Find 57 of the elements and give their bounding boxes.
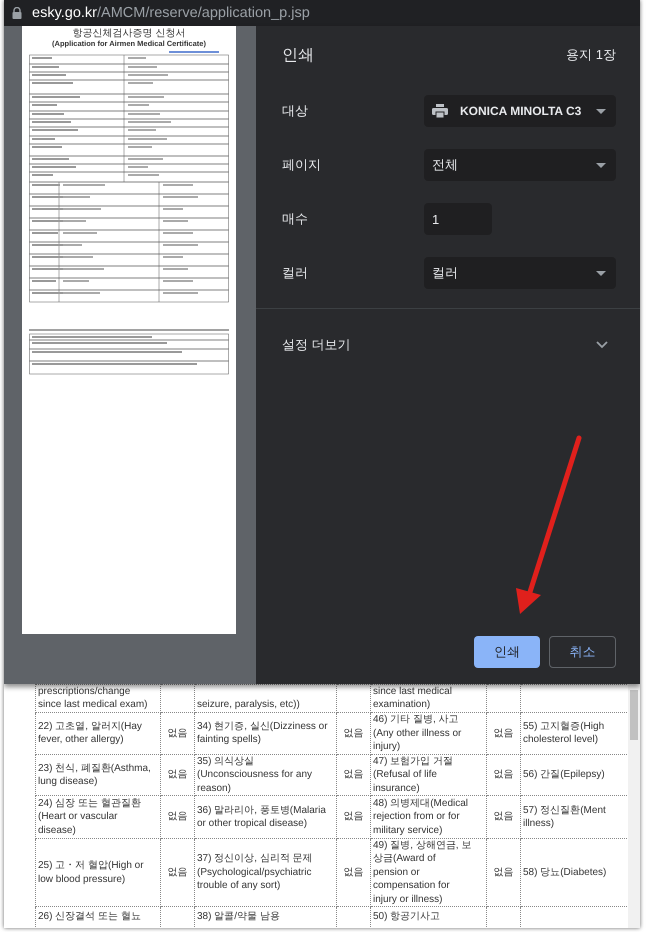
answer-cell: 없음 <box>168 811 188 822</box>
setting-label: 대상 <box>282 102 309 120</box>
question-cell: prescriptions/change since last medical exam) <box>38 685 148 712</box>
printer-icon <box>432 104 448 118</box>
answer-cell: 없음 <box>168 769 188 780</box>
question-cell: 47) 보험가입 거절 (Refusal of life insurance) <box>373 754 454 796</box>
cancel-button[interactable]: 취소 <box>549 636 616 668</box>
question-cell: seizure, paralysis, etc)) <box>197 698 300 712</box>
setting-label: 페이지 <box>282 156 322 174</box>
answer-cell: 없음 <box>494 866 514 878</box>
question-cell: since last medical examination) <box>373 685 452 712</box>
caret-icon <box>596 162 606 168</box>
question-cell: 23) 천식, 폐질환(Asthma, lung disease) <box>38 762 151 788</box>
document-title: 항공신체검사증명 신청서 <box>72 28 186 39</box>
sheet-count: 용지 1장 <box>566 46 616 64</box>
caret-icon <box>596 108 606 114</box>
setting-label: 매수 <box>282 210 309 228</box>
answer-cell: 없음 <box>168 866 188 878</box>
question-cell: 49) 질병, 상해연금, 보 상금(Award of pension or compensation for injury or illness) <box>373 839 472 906</box>
answer-cell: 없음 <box>494 769 514 780</box>
answer-cell: 없음 <box>344 728 364 739</box>
address-bar[interactable]: esky.go.kr/AMCM/reserve/application_p.jsp <box>4 0 640 26</box>
answer-cell: 없음 <box>494 811 514 822</box>
question-cell: 55) 고지혈증(High cholesterol level) <box>523 720 604 747</box>
dropdown[interactable]: 컬러 <box>424 257 616 289</box>
scrollbar-thumb[interactable] <box>630 690 638 740</box>
question-cell: 48) 의병제대(Medical rejection from or for military service) <box>373 796 468 838</box>
question-cell: 37) 정신이상, 심리적 문제 (Psychological/psychiatric trouble of any sort) <box>197 852 313 893</box>
question-cell: 35) 의식상실 (Unconsciousness for any reason) <box>197 754 312 796</box>
question-cell: 24) 심장 또는 혈관질환 (Heart or vascular disease) <box>38 796 141 838</box>
question-cell: 36) 말라리아, 풍토병(Malaria or other tropical disease) <box>197 804 326 830</box>
question-cell: 58) 당뇨(Diabetes) <box>523 866 606 880</box>
caret-icon <box>596 270 606 276</box>
question-cell: 22) 고초열, 알러지(Hay fever, other allergy) <box>38 720 142 747</box>
answer-cell: 없음 <box>344 769 364 780</box>
answer-cell: 없음 <box>344 811 364 822</box>
dialog-title: 인쇄 <box>282 46 314 66</box>
question-cell: 34) 현기증, 실신(Dizziness or fainting spells) <box>197 720 328 747</box>
question-cell: 25) 고・저 혈압(High or low blood pressure) <box>38 859 144 886</box>
copies-field[interactable]: 1 <box>424 203 492 235</box>
url-path: /AMCM/reserve/application_p.jsp <box>97 5 310 21</box>
question-cell: 38) 알콜/약물 남용 <box>197 910 280 924</box>
question-cell: 26) 신장결석 또는 혈뇨 <box>38 910 141 924</box>
answer-cell: 없음 <box>494 728 514 739</box>
setting-label: 컬러 <box>282 264 309 282</box>
answer-cell: 없음 <box>344 866 364 878</box>
question-cell: 57) 정신질환(Ment illness) <box>523 804 606 830</box>
printer-dropdown[interactable]: KONICA MINOLTA C3 <box>424 95 616 127</box>
question-cell: 56) 간질(Epilepsy) <box>523 768 605 782</box>
url-domain: esky.go.kr <box>32 5 98 21</box>
dropdown[interactable]: 전체 <box>424 149 616 181</box>
lock-icon <box>12 7 22 19</box>
question-cell: 50) 항공기사고 <box>373 910 440 924</box>
answer-cell: 없음 <box>168 728 188 739</box>
more-settings[interactable]: 설정 더보기 <box>282 309 616 381</box>
print-button[interactable]: 인쇄 <box>474 636 540 668</box>
question-cell: 46) 기타 질병, 사고 (Any other illness or injury) <box>373 713 462 754</box>
